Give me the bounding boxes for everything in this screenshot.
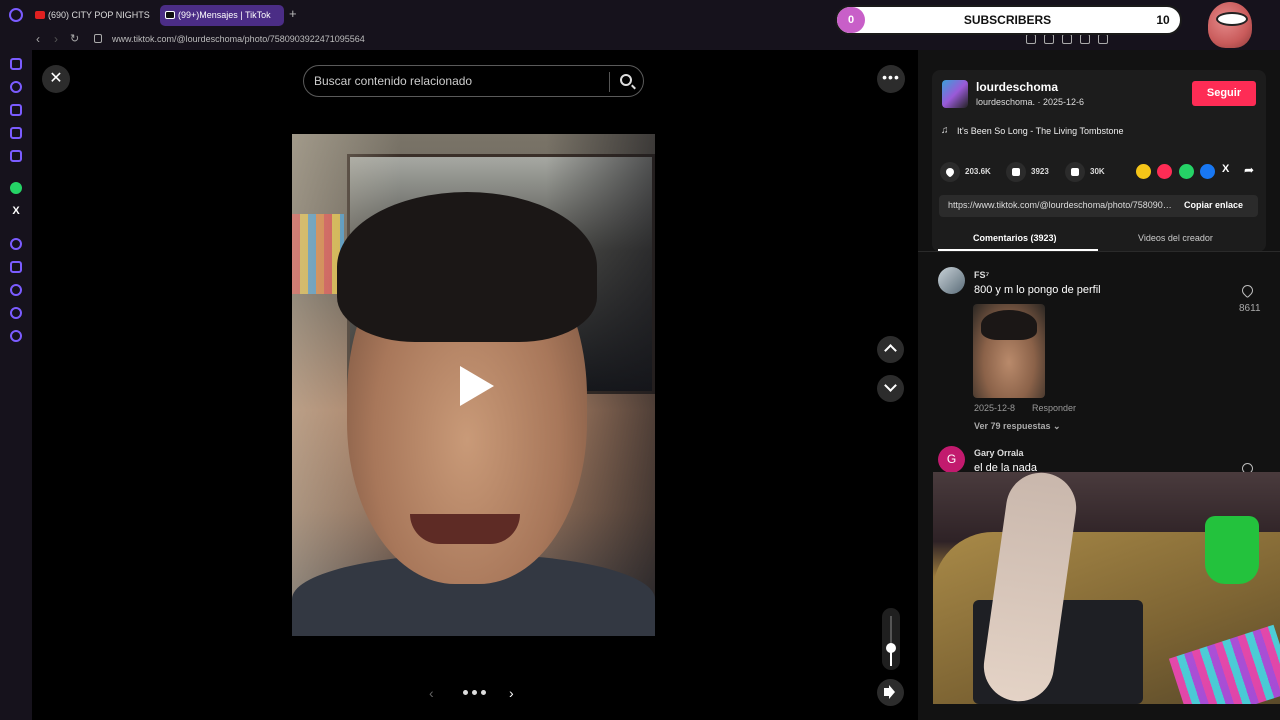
chevron-down-icon (884, 379, 897, 392)
tab-tiktok[interactable]: (99+)Mensajes | TikTok (160, 5, 284, 26)
volume-slider[interactable] (882, 608, 900, 670)
coin-share-icon[interactable] (1136, 164, 1151, 179)
avatar[interactable] (938, 267, 965, 294)
share-link-field[interactable]: https://www.tiktok.com/@lourdeschoma/pho… (948, 200, 1174, 210)
related-search[interactable]: Buscar contenido relacionado (303, 65, 644, 97)
opera-logo-icon[interactable] (9, 8, 23, 22)
mute-button[interactable] (877, 679, 904, 706)
post-photo[interactable] (292, 134, 655, 636)
back-icon[interactable]: ‹ (36, 32, 40, 46)
pager-prev-button[interactable]: ‹ (429, 685, 434, 701)
bookmark-icon[interactable] (1065, 162, 1085, 182)
comment-text: 800 y m lo pongo de perfil (974, 284, 1101, 296)
previous-post-button[interactable] (877, 336, 904, 363)
reply-button[interactable]: Responder (1032, 403, 1076, 413)
tiktok-share-icon[interactable] (1157, 164, 1172, 179)
music-note-icon: ♫ (941, 125, 949, 136)
whatsapp-icon[interactable] (10, 182, 22, 194)
whatsapp-share-icon[interactable] (1179, 164, 1194, 179)
view-replies-button[interactable]: Ver 79 respuestas ⌄ (974, 421, 1061, 432)
photo-hair (337, 192, 597, 342)
pepe-mascot-icon (1208, 2, 1252, 48)
subscriber-label: SUBSCRIBERS (963, 13, 1052, 27)
pager-dot[interactable] (472, 690, 477, 695)
sidebar-item-history-icon[interactable] (10, 81, 22, 93)
speaker-icon (884, 688, 889, 696)
photo-mouth (410, 514, 520, 544)
author-subtitle: lourdeschoma. · 2025-12-6 (976, 97, 1085, 107)
new-tab-button[interactable]: + (289, 6, 297, 21)
avatar[interactable]: G (938, 446, 965, 473)
comment-count: 3923 (1031, 167, 1049, 176)
comment-like-count: 8611 (1239, 303, 1261, 314)
comment-like-button[interactable] (1239, 282, 1256, 299)
extension-icon[interactable] (1080, 34, 1090, 44)
pager-dots (463, 690, 486, 695)
sidebar-item-messenger-icon[interactable] (10, 150, 22, 162)
url-field[interactable]: www.tiktok.com/@lourdeschoma/photo/75809… (112, 34, 365, 44)
comment-username[interactable]: Gary Orrala (974, 448, 1024, 458)
author-name[interactable]: lourdeschoma (976, 80, 1058, 94)
lock-icon (94, 34, 102, 43)
search-divider (609, 72, 610, 92)
share-arrow-icon[interactable]: ➦ (1244, 163, 1259, 178)
follow-button[interactable]: Seguir (1192, 81, 1256, 106)
comment-date: 2025-12-8 (974, 403, 1016, 413)
photo-pager: ‹ › (425, 685, 525, 701)
volume-knob[interactable] (886, 643, 896, 653)
subscriber-goal: 10 (1156, 13, 1170, 27)
webcam-cup (1205, 516, 1259, 584)
forward-icon[interactable]: › (54, 32, 58, 46)
reload-icon[interactable]: ↻ (70, 32, 79, 45)
pager-dot[interactable] (481, 690, 486, 695)
extensions-bar (1026, 34, 1108, 44)
comment-image[interactable] (973, 304, 1045, 398)
heart-outline-icon (1239, 282, 1256, 299)
subscriber-count: 0 (837, 7, 865, 33)
sidebar-item-workspaces-icon[interactable] (10, 58, 22, 70)
like-count: 203.6K (965, 167, 991, 176)
close-button[interactable]: ✕ (42, 65, 70, 93)
pager-next-button[interactable]: › (509, 685, 514, 701)
heart-icon[interactable] (940, 162, 960, 182)
tab-divider (918, 251, 1280, 252)
pager-dot[interactable] (463, 690, 468, 695)
extension-icon[interactable] (1062, 34, 1072, 44)
tab-city-pop[interactable]: (690) CITY POP NIGHTS (30, 5, 152, 26)
chat-icon[interactable] (10, 307, 22, 319)
extension-icon[interactable] (1026, 34, 1036, 44)
more-options-button[interactable]: ••• (877, 65, 905, 93)
sidebar-item-player-icon[interactable] (10, 127, 22, 139)
sidebar-item-aria-icon[interactable] (10, 104, 22, 116)
spotify-icon[interactable] (10, 238, 22, 250)
chevron-up-icon (884, 344, 897, 357)
youtube-icon (35, 11, 45, 19)
search-input[interactable]: Buscar contenido relacionado (314, 74, 604, 88)
extension-icon[interactable] (1098, 34, 1108, 44)
tab-creator-videos[interactable]: Videos del creador (1138, 233, 1213, 243)
facebook-share-icon[interactable] (1200, 164, 1215, 179)
tab-label: (690) CITY POP NIGHTS (48, 10, 150, 20)
avatar[interactable] (942, 80, 968, 108)
next-post-button[interactable] (877, 375, 904, 402)
extension-icon[interactable] (1044, 34, 1054, 44)
search-icon[interactable] (620, 74, 632, 86)
save-count: 30K (1090, 167, 1105, 176)
music-title[interactable]: It's Been So Long - The Living Tombstone (957, 126, 1124, 136)
copy-link-button[interactable]: Copiar enlace (1184, 200, 1243, 210)
comment-icon[interactable] (1006, 162, 1026, 182)
webcam-overlay (933, 472, 1280, 704)
browser-sidebar: X (0, 50, 32, 720)
tab-label: (99+)Mensajes | TikTok (178, 10, 271, 20)
x-twitter-icon[interactable]: X (10, 205, 22, 217)
tab-comments[interactable]: Comentarios (3923) (973, 233, 1057, 243)
clock-icon[interactable] (10, 284, 22, 296)
settings-icon[interactable] (10, 330, 22, 342)
comment-username[interactable]: FS⁷ (974, 270, 989, 280)
pin-icon[interactable] (10, 261, 22, 273)
tiktok-icon (165, 11, 175, 19)
x-share-icon[interactable]: X (1222, 163, 1237, 178)
play-icon[interactable] (460, 366, 494, 406)
